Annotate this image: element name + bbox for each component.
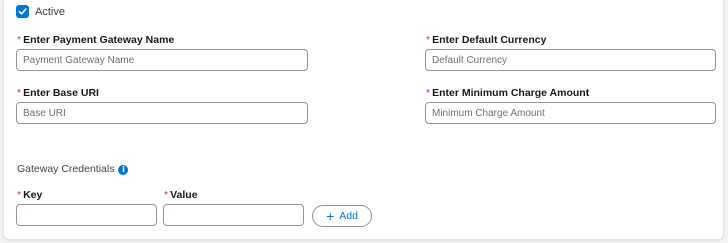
gateway-credentials-title: Gateway Credentials i bbox=[17, 163, 129, 176]
active-label: Active bbox=[35, 6, 65, 18]
add-button-label: Add bbox=[339, 210, 358, 222]
default-currency-label: * Enter Default Currency bbox=[426, 34, 547, 46]
gateway-name-input[interactable] bbox=[16, 49, 308, 71]
min-charge-label: * Enter Minimum Charge Amount bbox=[426, 87, 590, 99]
payment-gateway-form: Active *Enter Payment Gateway Name *Ente… bbox=[3, 0, 724, 240]
required-marker: * bbox=[17, 189, 22, 201]
required-marker: * bbox=[17, 34, 22, 46]
active-checkbox[interactable] bbox=[16, 5, 29, 18]
required-marker: * bbox=[426, 34, 431, 46]
add-credential-button[interactable]: + Add bbox=[312, 205, 372, 227]
gateway-name-label: * Enter Payment Gateway Name bbox=[17, 34, 175, 46]
value-label: * Value bbox=[164, 189, 198, 201]
plus-icon: + bbox=[326, 208, 335, 224]
info-icon[interactable]: i bbox=[118, 164, 129, 175]
required-marker: * bbox=[17, 87, 22, 99]
value-input[interactable] bbox=[163, 204, 304, 226]
required-marker: * bbox=[164, 189, 169, 201]
required-marker: * bbox=[426, 87, 431, 99]
min-charge-input[interactable] bbox=[425, 102, 716, 124]
checkmark-icon bbox=[18, 8, 27, 15]
base-uri-label: * Enter Base URI bbox=[17, 87, 99, 99]
key-input[interactable] bbox=[16, 204, 157, 226]
base-uri-input[interactable] bbox=[16, 102, 308, 124]
key-label: * Key bbox=[17, 189, 43, 201]
default-currency-input[interactable] bbox=[425, 49, 716, 71]
gateway-credentials-text: Gateway Credentials bbox=[17, 163, 115, 175]
